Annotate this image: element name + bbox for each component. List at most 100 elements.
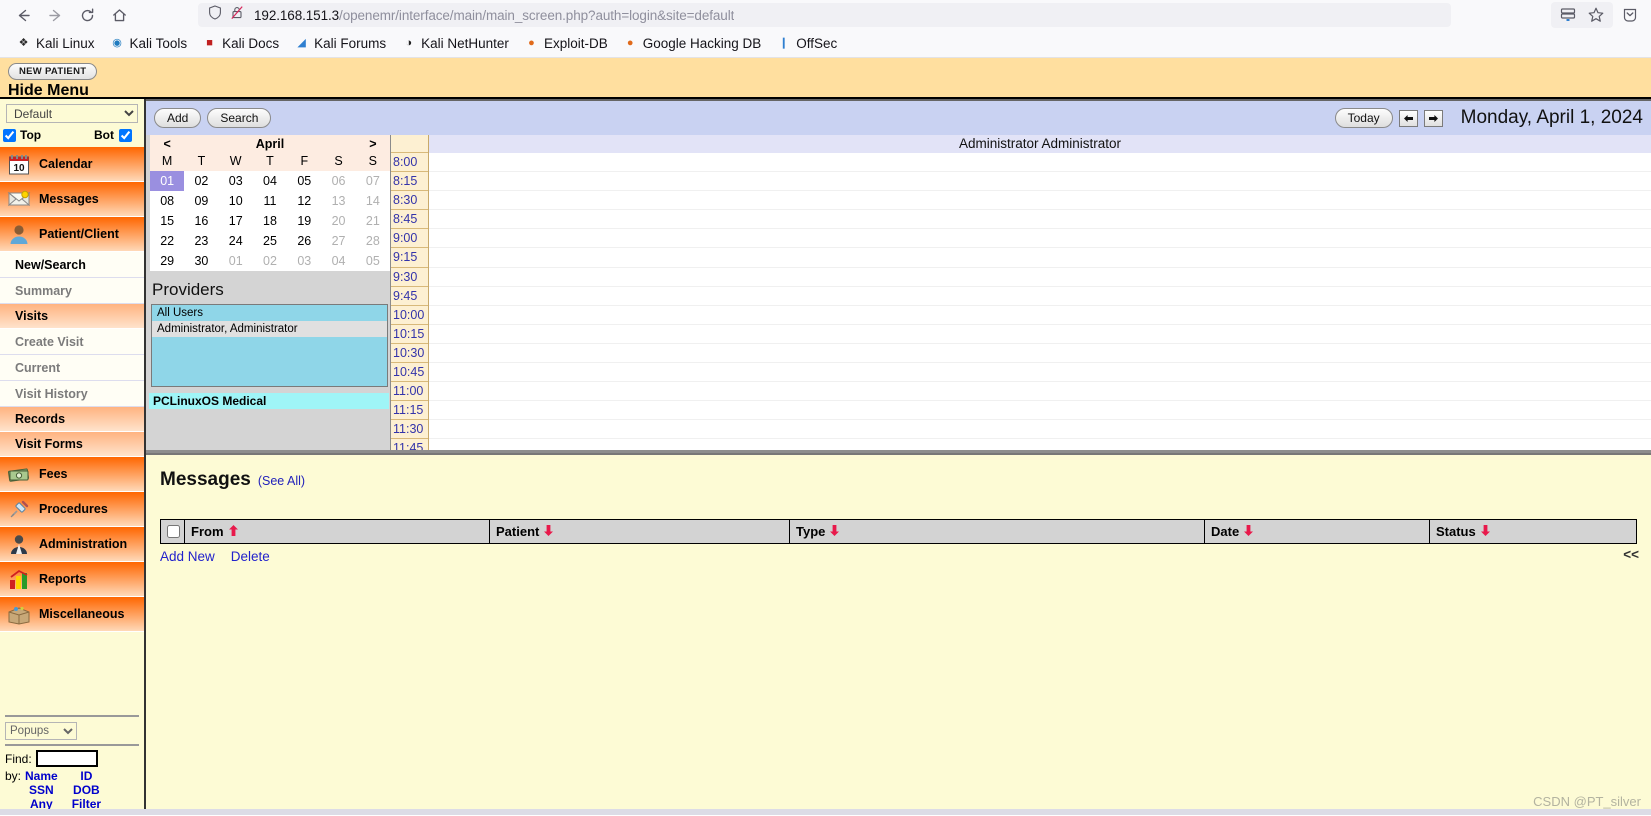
minical-day[interactable]: 13 bbox=[321, 191, 355, 211]
bookmark-kali-forums[interactable]: ◢ Kali Forums bbox=[288, 33, 392, 54]
search-by-dob[interactable]: DOB bbox=[72, 783, 101, 797]
popups-select[interactable]: Popups bbox=[5, 722, 77, 740]
minical-day[interactable]: 05 bbox=[287, 171, 321, 191]
time-slot[interactable]: 11:15 bbox=[391, 401, 428, 421]
appointment-slot-cell[interactable] bbox=[429, 191, 1651, 211]
reload-icon[interactable] bbox=[72, 2, 102, 28]
messages-header-from[interactable]: From bbox=[184, 519, 490, 544]
url-bar[interactable]: 192.168.151.3/openemr/interface/main/mai… bbox=[198, 3, 1451, 27]
minical-day[interactable]: 15 bbox=[150, 211, 184, 231]
sort-descending-icon[interactable] bbox=[1244, 525, 1254, 539]
appointment-slot-cell[interactable] bbox=[429, 401, 1651, 421]
search-by-name[interactable]: Name bbox=[25, 769, 58, 783]
sidebar-item-new-search[interactable]: New/Search bbox=[0, 252, 144, 278]
minical-day[interactable]: 07 bbox=[356, 171, 390, 191]
appointment-slot-cell[interactable] bbox=[429, 439, 1651, 450]
minical-day[interactable]: 04 bbox=[321, 251, 355, 271]
minical-day[interactable]: 03 bbox=[219, 171, 253, 191]
minical-day[interactable]: 01 bbox=[219, 251, 253, 271]
minical-day[interactable]: 09 bbox=[184, 191, 218, 211]
providers-listbox[interactable]: All Users Administrator, Administrator bbox=[151, 304, 388, 387]
minical-day[interactable]: 16 bbox=[184, 211, 218, 231]
minical-day[interactable]: 05 bbox=[356, 251, 390, 271]
sidebar-item-miscellaneous[interactable]: Miscellaneous bbox=[0, 597, 144, 632]
appointment-slot-cell[interactable] bbox=[429, 210, 1651, 230]
time-slot[interactable]: 11:00 bbox=[391, 382, 428, 402]
messages-header-date[interactable]: Date bbox=[1204, 519, 1430, 544]
sort-ascending-icon[interactable] bbox=[228, 525, 238, 539]
time-slot[interactable]: 9:45 bbox=[391, 287, 428, 306]
minical-day[interactable]: 04 bbox=[253, 171, 287, 191]
bookmark-kali-nethunter[interactable]: ◑ Kali NetHunter bbox=[395, 33, 515, 54]
top-checkbox[interactable] bbox=[3, 128, 16, 142]
back-icon[interactable] bbox=[8, 2, 38, 28]
provider-option[interactable]: All Users bbox=[152, 305, 387, 321]
search-by-ssn[interactable]: SSN bbox=[25, 783, 58, 797]
home-icon[interactable] bbox=[104, 2, 134, 28]
minical-day[interactable]: 21 bbox=[356, 211, 390, 231]
shield-icon[interactable] bbox=[208, 5, 222, 25]
search-by-id[interactable]: ID bbox=[72, 769, 101, 783]
sidebar-item-current[interactable]: Current bbox=[0, 355, 144, 381]
sidebar-item-fees[interactable]: Fees bbox=[0, 457, 144, 492]
lock-broken-icon[interactable] bbox=[230, 5, 244, 25]
sidebar-item-patient-client[interactable]: Patient/Client bbox=[0, 217, 144, 252]
sidebar-item-procedures[interactable]: Procedures bbox=[0, 492, 144, 527]
appointment-slot-cell[interactable] bbox=[429, 420, 1651, 440]
messages-header-status[interactable]: Status bbox=[1429, 519, 1637, 544]
theme-select[interactable]: Default bbox=[6, 104, 138, 123]
time-slot[interactable]: 10:15 bbox=[391, 325, 428, 344]
minical-day[interactable]: 30 bbox=[184, 251, 218, 271]
minical-day[interactable]: 14 bbox=[356, 191, 390, 211]
appointment-slot-cell[interactable] bbox=[429, 153, 1651, 173]
bookmark-star-icon[interactable] bbox=[1583, 2, 1609, 28]
appointment-slot-cell[interactable] bbox=[429, 248, 1651, 268]
find-input[interactable] bbox=[35, 750, 98, 767]
messages-delete-link[interactable]: Delete bbox=[231, 549, 270, 564]
appointment-slot-cell[interactable] bbox=[429, 172, 1651, 192]
calendar-today-button[interactable]: Today bbox=[1334, 108, 1393, 128]
time-slot[interactable]: 11:30 bbox=[391, 420, 428, 440]
appointment-slot-cell[interactable] bbox=[429, 268, 1651, 287]
sidebar-item-visit-history[interactable]: Visit History bbox=[0, 381, 144, 407]
appointment-slot-cell[interactable] bbox=[429, 382, 1651, 402]
time-slot[interactable]: 9:00 bbox=[391, 229, 428, 249]
minical-day[interactable]: 12 bbox=[287, 191, 321, 211]
calendar-search-button[interactable]: Search bbox=[207, 108, 272, 128]
sidebar-item-visit-forms[interactable]: Visit Forms bbox=[0, 432, 144, 457]
minical-day[interactable]: 17 bbox=[219, 211, 253, 231]
messages-header-type[interactable]: Type bbox=[789, 519, 1205, 544]
minical-day[interactable]: 26 bbox=[287, 231, 321, 251]
minical-day[interactable]: 08 bbox=[150, 191, 184, 211]
bookmark-kali-docs[interactable]: ■ Kali Docs bbox=[196, 33, 285, 54]
minical-next-month[interactable]: > bbox=[355, 135, 390, 153]
bookmark-google-hacking-db[interactable]: ● Google Hacking DB bbox=[617, 33, 768, 54]
minical-day[interactable]: 02 bbox=[253, 251, 287, 271]
bookmark-exploit-db[interactable]: ● Exploit-DB bbox=[518, 33, 614, 54]
sidebar-item-calendar[interactable]: 10 Calendar bbox=[0, 147, 144, 182]
sidebar-item-create-visit[interactable]: Create Visit bbox=[0, 329, 144, 355]
sidebar-item-reports[interactable]: Reports bbox=[0, 562, 144, 597]
messages-see-all-link[interactable]: (See All) bbox=[258, 474, 305, 488]
time-slot[interactable]: 8:15 bbox=[391, 172, 428, 192]
sort-descending-icon[interactable] bbox=[1480, 525, 1490, 539]
appointment-slot-cell[interactable] bbox=[429, 344, 1651, 364]
extensions-chevron-icon[interactable] bbox=[1617, 2, 1643, 28]
sidebar-item-summary[interactable]: Summary bbox=[0, 278, 144, 304]
appointment-slot-cell[interactable] bbox=[429, 325, 1651, 344]
provider-option[interactable]: Administrator, Administrator bbox=[152, 321, 387, 337]
time-slot[interactable]: 11:45 bbox=[391, 439, 428, 450]
appointment-slot-cell[interactable] bbox=[429, 306, 1651, 325]
new-patient-button[interactable]: NEW PATIENT bbox=[8, 63, 98, 80]
minical-day[interactable]: 29 bbox=[150, 251, 184, 271]
time-slot[interactable]: 10:30 bbox=[391, 344, 428, 364]
appointment-slot-cell[interactable] bbox=[429, 229, 1651, 249]
bookmark-offsec[interactable]: ❙ OffSec bbox=[770, 33, 843, 54]
sort-descending-icon[interactable] bbox=[830, 525, 840, 539]
sidebar-item-visits[interactable]: Visits bbox=[0, 304, 144, 329]
appointment-slot-cell[interactable] bbox=[429, 363, 1651, 383]
time-slot[interactable]: 9:30 bbox=[391, 268, 428, 287]
appointment-slot-cell[interactable] bbox=[429, 287, 1651, 306]
minical-day[interactable]: 22 bbox=[150, 231, 184, 251]
minical-day[interactable]: 18 bbox=[253, 211, 287, 231]
